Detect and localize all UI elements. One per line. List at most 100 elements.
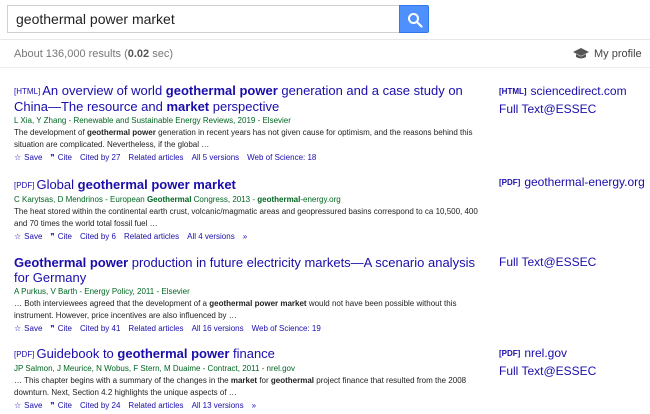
action-label: Cite — [57, 401, 72, 410]
cited-by-link[interactable]: Cited by 41 — [80, 324, 120, 333]
quote-icon: ❞ — [50, 401, 55, 410]
text-fragment: for — [257, 376, 271, 385]
side-link-label: sciencedirect.com — [530, 84, 627, 98]
more-options-button[interactable]: » — [252, 401, 256, 410]
side-link-label: nrel.gov — [524, 346, 568, 360]
text-fragment: Congress, 2013 - — [191, 195, 258, 204]
cited-by-link[interactable]: Cited by 24 — [80, 401, 120, 410]
highlighted-term: Geothermal power — [14, 255, 129, 270]
search-result: [HTML] An overview of world geothermal po… — [14, 83, 484, 164]
highlighted-term: geothermal power market — [77, 177, 236, 192]
action-label: Save — [24, 232, 43, 241]
quote-icon: ❞ — [50, 153, 55, 162]
highlighted-term: market — [166, 99, 210, 114]
more-options-button[interactable]: » — [243, 232, 247, 241]
cite-button[interactable]: ❞ Cite — [50, 401, 72, 410]
highlighted-term: geothermal power — [86, 128, 156, 137]
side-link-label: Full Text@ESSEC — [499, 255, 597, 269]
quote-icon: ❞ — [50, 324, 55, 333]
side-link-group: [PDF] nrel.gov Full Text@ESSEC — [499, 346, 596, 382]
save-button[interactable]: ☆ Save — [14, 153, 42, 162]
text-fragment: The development of — [14, 128, 87, 137]
file-type-tag: [PDF] — [14, 181, 35, 190]
search-button[interactable] — [399, 5, 429, 33]
text-fragment: C Karytsas, D Mendrinos - European — [14, 195, 147, 204]
action-label: All 5 versions — [191, 153, 240, 162]
side-full-text-link[interactable]: [PDF] geothermal-energy.org — [499, 175, 645, 190]
cited-by-link[interactable]: Cited by 27 — [80, 153, 120, 162]
related-articles-link[interactable]: Related articles — [124, 232, 179, 241]
text-fragment: … This chapter begins with a summary of … — [14, 376, 231, 385]
file-type-tag: [PDF] — [14, 350, 35, 359]
result-title-link[interactable]: Geothermal power production in future el… — [14, 255, 484, 285]
search-header: geothermal power market — [0, 0, 650, 40]
all-versions-link[interactable]: All 5 versions — [192, 153, 240, 162]
action-label: » — [251, 401, 257, 410]
result-authors-source: JP Salmon, J Meurice, N Wobus, F Stern, … — [14, 364, 295, 373]
highlighted-term: geothermal — [270, 376, 315, 385]
result-actions: ☆ Save ❞ Cite Cited by 27 Related articles All… — [14, 152, 484, 164]
search-input[interactable]: geothermal power market — [7, 5, 399, 33]
action-label: Cite — [57, 324, 72, 333]
text-fragment: … Both interviewees agreed that the deve… — [14, 299, 210, 308]
side-full-text-link[interactable]: [HTML] sciencedirect.com — [499, 84, 627, 99]
highlighted-term: geothermal power — [165, 83, 278, 98]
action-label: All 16 versions — [191, 324, 244, 333]
all-versions-link[interactable]: All 4 versions — [187, 232, 235, 241]
result-snippet: … Both interviewees agreed that the deve… — [14, 298, 484, 322]
side-link-group: [PDF] geothermal-energy.org — [499, 175, 645, 193]
result-snippet: … This chapter begins with a summary of … — [14, 375, 484, 399]
side-full-text-link[interactable]: Full Text@ESSEC — [499, 102, 627, 117]
cite-button[interactable]: ❞ Cite — [50, 153, 72, 162]
all-versions-link[interactable]: All 13 versions — [192, 401, 244, 410]
result-title-link[interactable]: [HTML] An overview of world geothermal po… — [14, 83, 484, 114]
action-label: Cite — [57, 153, 72, 162]
search-icon — [408, 13, 423, 28]
highlighted-term: market — [230, 376, 258, 385]
action-label: Cite — [57, 232, 72, 241]
side-link-label: geothermal-energy.org — [524, 175, 645, 189]
result-actions: ☆ Save ❞ Cite Cited by 24 Related articles All… — [14, 400, 484, 412]
save-button[interactable]: ☆ Save — [14, 232, 42, 241]
action-label: Related articles — [128, 324, 184, 333]
cite-button[interactable]: ❞ Cite — [50, 324, 72, 333]
action-label: Save — [24, 324, 43, 333]
cited-by-link[interactable]: Cited by 6 — [80, 232, 116, 241]
file-type-tag: [PDF] — [499, 178, 521, 187]
side-full-text-link[interactable]: Full Text@ESSEC — [499, 364, 596, 379]
result-actions: ☆ Save ❞ Cite Cited by 41 Related articles All… — [14, 323, 484, 335]
result-authors-source: C Karytsas, D Mendrinos - European Geoth… — [14, 194, 484, 206]
cite-button[interactable]: ❞ Cite — [50, 232, 72, 241]
action-label: Cited by 6 — [79, 232, 116, 241]
search-result: Geothermal power production in future el… — [14, 255, 484, 335]
highlighted-term: Geothermal — [146, 195, 192, 204]
side-full-text-link[interactable]: Full Text@ESSEC — [499, 255, 596, 270]
highlighted-term: geothermal power — [117, 346, 230, 361]
text-fragment: An overview of world — [42, 83, 166, 98]
related-articles-link[interactable]: Related articles — [128, 153, 183, 162]
action-label: All 13 versions — [191, 401, 244, 410]
side-full-text-link[interactable]: [PDF] nrel.gov — [499, 346, 596, 361]
star-icon: ☆ — [14, 153, 22, 162]
side-link-label: Full Text@ESSEC — [499, 364, 597, 378]
result-authors-source: A Purkus, V Barth - Energy Policy, 2011 … — [14, 287, 190, 296]
save-button[interactable]: ☆ Save — [14, 324, 42, 333]
action-label: Web of Science: 19 — [251, 324, 321, 333]
search-result: [PDF] Guidebook to geothermal power finan… — [14, 346, 484, 412]
web-of-science-link[interactable]: Web of Science: 19 — [252, 324, 321, 333]
related-articles-link[interactable]: Related articles — [128, 401, 183, 410]
file-type-tag: [PDF] — [499, 349, 521, 358]
action-label: Save — [24, 401, 43, 410]
highlighted-term: geothermal — [257, 195, 301, 204]
side-link-group: Full Text@ESSEC — [499, 255, 596, 273]
result-authors-source: L Xia, Y Zhang - Renewable and Sustainab… — [14, 116, 291, 125]
action-label: Related articles — [128, 153, 184, 162]
graduation-cap-icon — [573, 48, 589, 59]
all-versions-link[interactable]: All 16 versions — [192, 324, 244, 333]
related-articles-link[interactable]: Related articles — [128, 324, 183, 333]
result-title-link[interactable]: [PDF] Global geothermal power market — [14, 177, 484, 193]
web-of-science-link[interactable]: Web of Science: 18 — [247, 153, 316, 162]
result-title-link[interactable]: [PDF] Guidebook to geothermal power finan… — [14, 346, 484, 362]
result-actions: ☆ Save ❞ Cite Cited by 6 Related articles All … — [14, 231, 484, 243]
save-button[interactable]: ☆ Save — [14, 401, 42, 410]
